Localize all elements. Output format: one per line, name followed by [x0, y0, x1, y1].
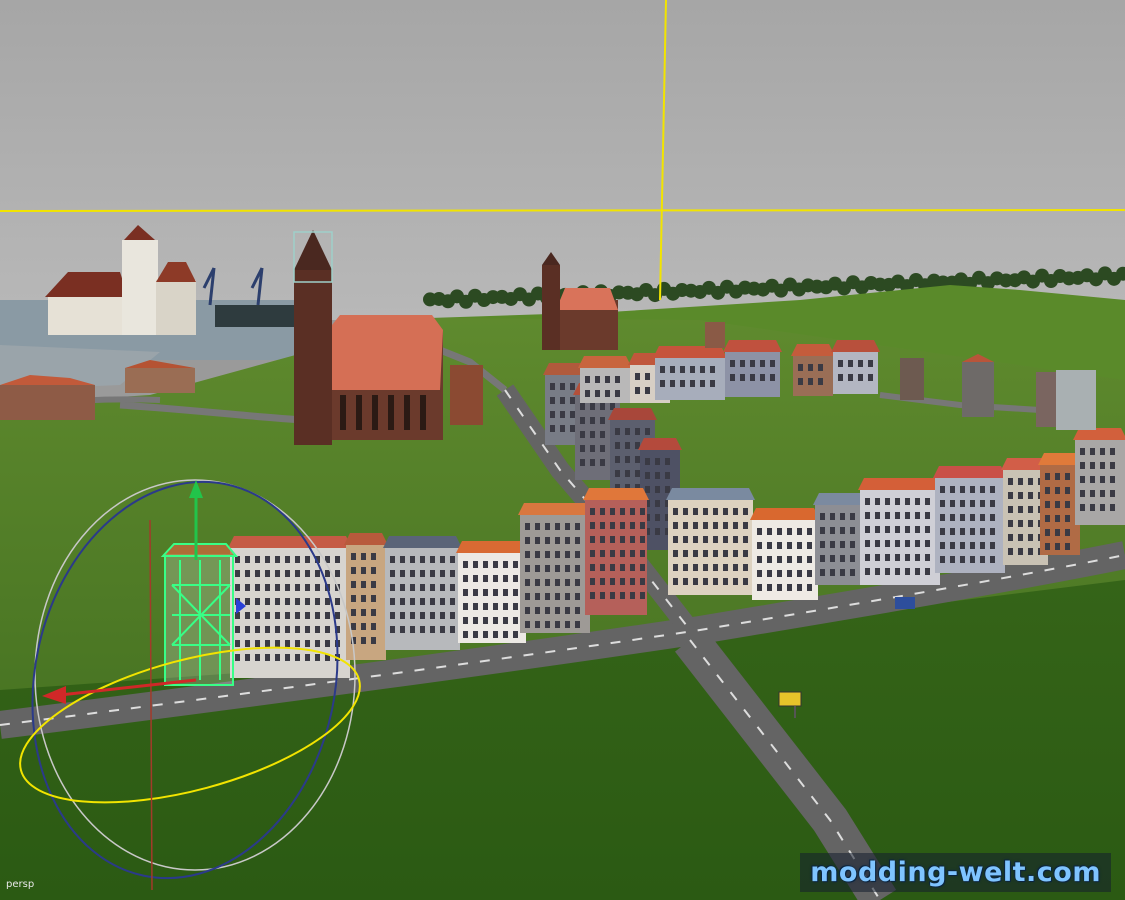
building [933, 466, 1007, 573]
building [858, 478, 942, 585]
selected-building-wireframe[interactable] [160, 543, 239, 686]
watermark: modding-welt.com [800, 853, 1111, 892]
building [723, 340, 782, 397]
building [456, 541, 528, 643]
narrow-house [450, 365, 483, 425]
maya-perspective-viewport[interactable]: persp modding-welt.com [0, 0, 1125, 900]
3d-city-scene[interactable] [0, 0, 1125, 900]
building [578, 356, 632, 403]
building [750, 508, 820, 600]
building [583, 488, 649, 615]
grid-axis-horizontal [0, 209, 1125, 212]
building [791, 344, 835, 396]
building [653, 346, 727, 400]
building [813, 493, 867, 585]
building [518, 503, 592, 633]
cargo-ship [215, 305, 295, 327]
building [666, 488, 755, 595]
building [1073, 428, 1125, 525]
building [831, 340, 880, 394]
camera-label: persp [6, 879, 35, 890]
blue-truck [895, 597, 915, 609]
building [344, 533, 388, 660]
building [383, 536, 462, 650]
